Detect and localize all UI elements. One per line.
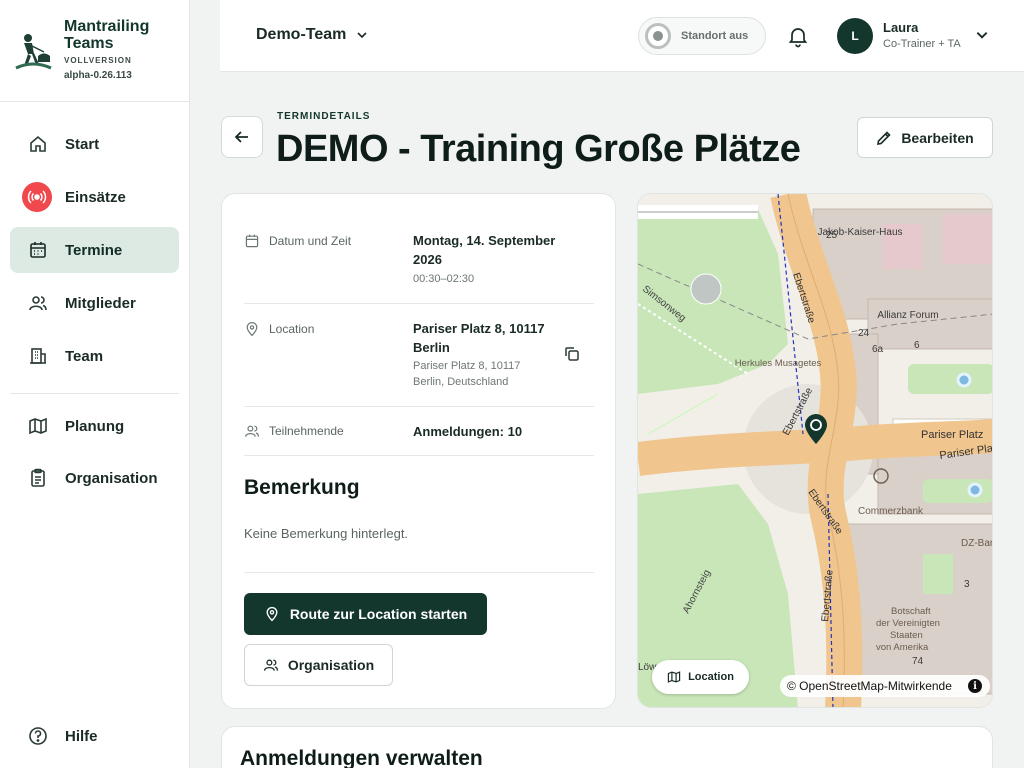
- pencil-icon: [877, 130, 891, 145]
- clipboard-icon: [24, 464, 52, 492]
- copy-icon[interactable]: [563, 345, 581, 363]
- arrow-left-icon: [234, 131, 248, 143]
- svg-text:25: 25: [826, 230, 838, 241]
- home-icon: [24, 130, 52, 158]
- route-button[interactable]: Route zur Location starten: [244, 593, 487, 635]
- info-icon[interactable]: i: [968, 679, 982, 693]
- building-icon: [24, 342, 52, 370]
- svg-text:6: 6: [914, 340, 920, 351]
- organisation-button-label: Organisation: [287, 657, 375, 673]
- map-attribution-text: © OpenStreetMap-Mitwirkende: [787, 679, 952, 693]
- brand-edition: VOLLVERSION: [64, 56, 132, 65]
- team-selector[interactable]: Demo-Team: [256, 26, 368, 44]
- dog-handler-logo-icon: [15, 34, 52, 70]
- location-value: Pariser Platz 8, 10117 Berlin: [413, 321, 545, 355]
- sidebar-item-mitglieder[interactable]: Mitglieder: [10, 280, 179, 326]
- sidebar-item-label: Organisation: [65, 469, 158, 487]
- users-icon: [24, 289, 52, 317]
- date-row-label: Datum und Zeit: [244, 233, 351, 249]
- users-icon: [245, 425, 259, 437]
- edit-button[interactable]: Bearbeiten: [857, 117, 993, 158]
- sidebar: Mantrailing Teams VOLLVERSION alpha-0.26…: [0, 0, 190, 768]
- location-row-label: Location: [244, 321, 314, 337]
- remark-heading: Bemerkung: [244, 476, 360, 499]
- sidebar-item-label: Einsätze: [65, 188, 126, 206]
- sidebar-item-label: Termine: [65, 241, 123, 259]
- toggle-knob: [645, 23, 671, 49]
- location-label: Location: [269, 322, 315, 336]
- map-attribution: © OpenStreetMap-Mitwirkende i: [780, 675, 990, 697]
- date-label: Datum und Zeit: [269, 234, 352, 248]
- siren-icon: [22, 182, 52, 212]
- location-toggle-label: Standort aus: [681, 30, 749, 42]
- users-icon: [263, 659, 278, 671]
- svg-text:24: 24: [858, 328, 870, 339]
- sidebar-item-label: Planung: [65, 417, 125, 435]
- details-card: Datum und Zeit Montag, 14. September 202…: [221, 193, 616, 709]
- sidebar-item-label: Team: [65, 347, 104, 365]
- help-label: Hilfe: [65, 727, 98, 745]
- registrations-heading: Anmeldungen verwalten: [240, 747, 483, 768]
- route-button-label: Route zur Location starten: [289, 606, 468, 622]
- divider: [244, 406, 594, 407]
- map-location-label: Location: [688, 671, 734, 683]
- sidebar-item-einsaetze[interactable]: Einsätze: [10, 174, 179, 220]
- map-label: Pariser Platz: [921, 429, 983, 441]
- map-icon: [667, 671, 681, 683]
- sidebar-item-organisation[interactable]: Organisation: [10, 455, 179, 501]
- svg-text:74: 74: [912, 656, 924, 667]
- sidebar-item-team[interactable]: Team: [10, 333, 179, 379]
- calendar-icon: [24, 236, 52, 264]
- page-title: DEMO - Training Große Plätze: [276, 128, 801, 170]
- sidebar-item-start[interactable]: Start: [10, 121, 179, 167]
- avatar[interactable]: L: [837, 18, 873, 54]
- participants-value: Anmeldungen: 10: [413, 424, 523, 439]
- brand-name: Mantrailing Teams: [64, 18, 150, 52]
- sidebar-item-termine[interactable]: Termine: [10, 227, 179, 273]
- chevron-down-icon[interactable]: [975, 28, 989, 42]
- map-label: DZ-Bar: [961, 538, 993, 549]
- help-link[interactable]: Hilfe: [10, 713, 179, 759]
- brand-version: alpha-0.26.113: [64, 70, 132, 81]
- brand: Mantrailing Teams VOLLVERSION alpha-0.26…: [0, 0, 189, 102]
- help-circle-icon: [24, 722, 52, 750]
- remark-text: Keine Bemerkung hinterlegt.: [244, 526, 409, 541]
- location-toggle[interactable]: Standort aus: [638, 17, 766, 55]
- back-button[interactable]: [221, 116, 263, 158]
- registrations-card: Anmeldungen verwalten: [221, 726, 993, 768]
- chevron-down-icon: [357, 32, 367, 39]
- bell-icon[interactable]: [786, 24, 810, 48]
- divider: [244, 572, 594, 573]
- participants-label: Teilnehmende: [269, 424, 344, 438]
- sidebar-divider: [10, 393, 179, 394]
- map-pin-icon: [246, 322, 258, 337]
- user-name: Laura: [883, 20, 919, 35]
- edit-button-label: Bearbeiten: [901, 129, 974, 146]
- location-map[interactable]: Jakob-Kaiser-Haus 25 24 6a 6 3 74 Löw Al…: [637, 193, 993, 708]
- date-value: Montag, 14. September 2026: [413, 233, 556, 267]
- divider: [244, 303, 594, 304]
- organisation-button[interactable]: Organisation: [244, 644, 393, 686]
- map-label: Commerzbank: [858, 506, 924, 517]
- calendar-icon: [245, 234, 259, 248]
- map-label: Herkules Musagetes: [735, 358, 822, 369]
- participants-row-label: Teilnehmende: [244, 423, 344, 439]
- user-role: Co-Trainer + TA: [883, 38, 961, 50]
- location-sub: Pariser Platz 8, 10117 Berlin, Deutschla…: [413, 360, 521, 388]
- map-icon: [24, 412, 52, 440]
- page-eyebrow: TERMINDETAILS: [277, 111, 371, 122]
- divider: [244, 455, 594, 456]
- map-label: Allianz Forum: [877, 310, 938, 321]
- svg-text:3: 3: [964, 579, 970, 590]
- map-pin-icon: [266, 606, 278, 622]
- sidebar-item-label: Mitglieder: [65, 294, 136, 312]
- map-location-button[interactable]: Location: [652, 660, 749, 694]
- sidebar-item-planung[interactable]: Planung: [10, 403, 179, 449]
- topbar: Demo-Team Standort aus L Laura Co-Traine…: [220, 0, 1024, 72]
- team-name: Demo-Team: [256, 26, 347, 43]
- sidebar-item-label: Start: [65, 135, 100, 153]
- time-value: 00:30–02:30: [413, 273, 475, 285]
- svg-text:6a: 6a: [872, 344, 884, 355]
